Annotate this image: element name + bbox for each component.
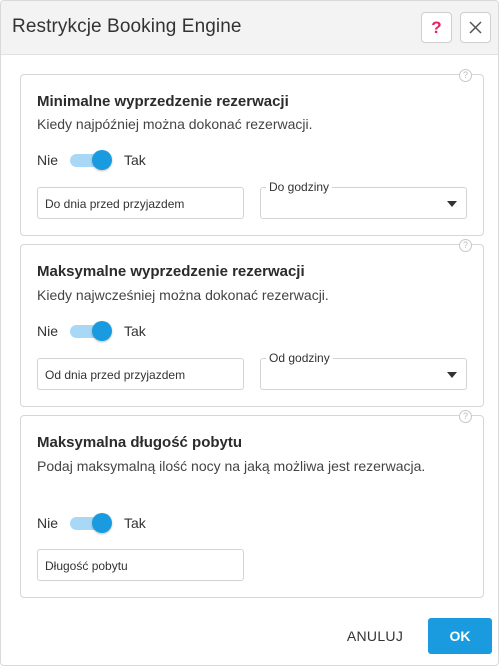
question-mark-icon: ? xyxy=(431,17,442,37)
close-button[interactable] xyxy=(460,12,491,43)
section-title: Maksymalna długość pobytu xyxy=(37,434,243,451)
toggle-row: Nie Tak xyxy=(37,320,146,342)
section-help-icon[interactable]: ? xyxy=(459,69,472,82)
restrictions-dialog: Restrykcje Booking Engine ? ? Minimalne … xyxy=(0,0,499,666)
toggle-knob xyxy=(92,513,113,533)
section-description: Kiedy najwcześniej można dokonać rezerwa… xyxy=(37,287,329,303)
max-advance-toggle[interactable] xyxy=(70,320,114,342)
section-max-advance: ? Maksymalne wyprzedzenie rezerwacji Kie… xyxy=(20,239,484,407)
toggle-row: Nie Tak xyxy=(37,512,146,534)
until-hour-select[interactable]: Do godziny xyxy=(260,180,467,219)
section-title: Minimalne wyprzedzenie rezerwacji xyxy=(37,93,289,110)
toggle-on-label: Tak xyxy=(124,152,146,168)
ok-button[interactable]: OK xyxy=(428,618,492,654)
select-label: Do godziny xyxy=(266,180,333,194)
close-icon xyxy=(469,21,482,34)
chevron-down-icon xyxy=(447,201,457,207)
stay-length-field[interactable]: Długość pobytu xyxy=(37,549,244,581)
days-before-arrival-field[interactable]: Od dnia przed przyjazdem xyxy=(37,358,244,390)
days-before-arrival-field[interactable]: Do dnia przed przyjazdem xyxy=(37,187,244,219)
toggle-off-label: Nie xyxy=(37,515,59,531)
toggle-off-label: Nie xyxy=(37,323,59,339)
section-description: Podaj maksymalną ilość nocy na jaką możl… xyxy=(37,458,426,474)
toggle-knob xyxy=(92,150,113,170)
dialog-title: Restrykcje Booking Engine xyxy=(12,16,242,37)
dialog-header: Restrykcje Booking Engine ? xyxy=(1,1,498,55)
section-help-icon[interactable]: ? xyxy=(459,239,472,252)
toggle-on-label: Tak xyxy=(124,515,146,531)
toggle-knob xyxy=(92,321,113,341)
section-max-stay: ? Maksymalna długość pobytu Podaj maksym… xyxy=(20,410,484,598)
from-hour-select[interactable]: Od godziny xyxy=(260,351,467,390)
select-label: Od godziny xyxy=(266,351,333,365)
toggle-row: Nie Tak xyxy=(37,149,146,171)
help-button[interactable]: ? xyxy=(421,12,452,43)
cancel-button[interactable]: ANULUJ xyxy=(335,618,415,654)
min-advance-toggle[interactable] xyxy=(70,149,114,171)
section-description: Kiedy najpóźniej można dokonać rezerwacj… xyxy=(37,116,313,132)
section-help-icon[interactable]: ? xyxy=(459,410,472,423)
chevron-down-icon xyxy=(447,372,457,378)
toggle-on-label: Tak xyxy=(124,323,146,339)
toggle-off-label: Nie xyxy=(37,152,59,168)
section-title: Maksymalne wyprzedzenie rezerwacji xyxy=(37,263,305,280)
max-stay-toggle[interactable] xyxy=(70,512,114,534)
section-min-advance: ? Minimalne wyprzedzenie rezerwacji Kied… xyxy=(20,69,484,236)
